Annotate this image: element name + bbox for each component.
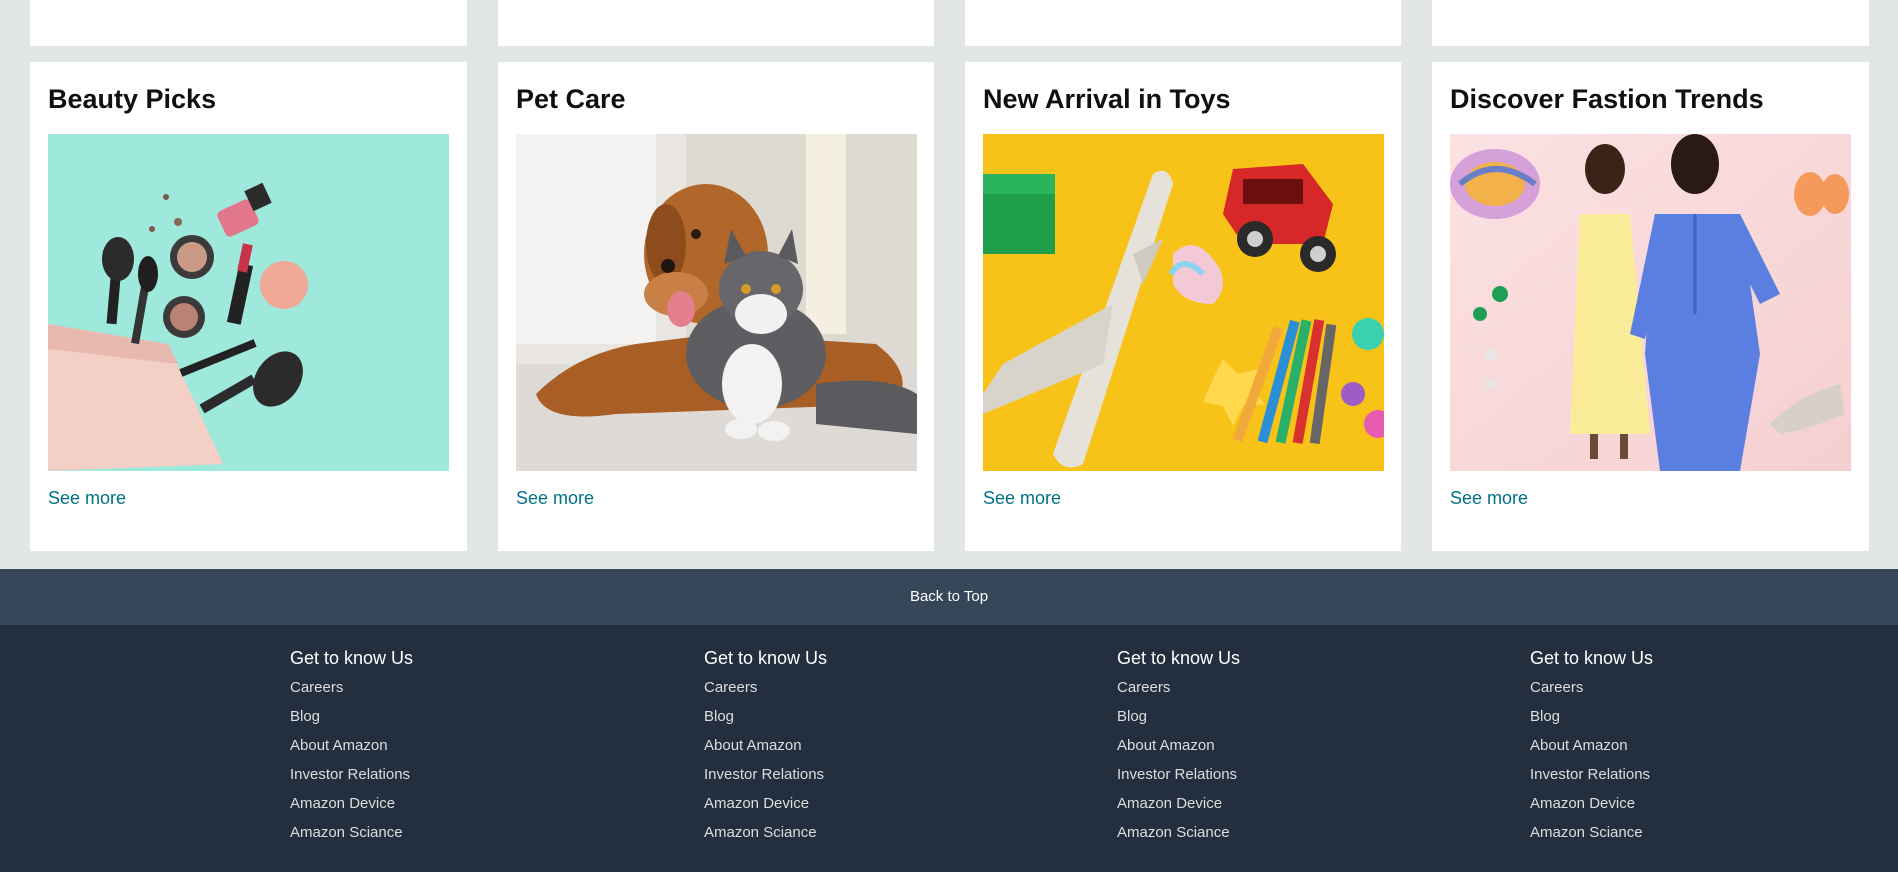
card-title: Discover Fastion Trends bbox=[1450, 84, 1764, 114]
card-grid: Beauty Picks See more Pet Care See more … bbox=[0, 0, 1898, 551]
footer-link-blog[interactable]: Blog bbox=[1530, 708, 1830, 726]
card-title: Beauty Picks bbox=[48, 84, 217, 114]
back-to-top-button[interactable]: Back to Top bbox=[0, 569, 1898, 625]
see-more-link[interactable]: See more bbox=[48, 488, 126, 509]
footer-link-amazon-science[interactable]: Amazon Sciance bbox=[704, 824, 1004, 842]
beauty-products-image[interactable] bbox=[48, 134, 449, 471]
footer-link-careers[interactable]: Careers bbox=[704, 679, 1004, 697]
footer-link-blog[interactable]: Blog bbox=[290, 708, 590, 726]
footer-column-heading: Get to know Us bbox=[1530, 648, 1654, 668]
card-fashion-trends: Discover Fastion Trends See more bbox=[1432, 62, 1869, 551]
card-pet-care: Pet Care See more bbox=[498, 62, 934, 551]
footer: Get to know Us Careers Blog About Amazon… bbox=[0, 625, 1898, 872]
footer-column-heading: Get to know Us bbox=[704, 648, 828, 668]
footer-link-investor-relations[interactable]: Investor Relations bbox=[704, 766, 1004, 784]
see-more-link[interactable]: See more bbox=[983, 488, 1061, 509]
see-more-link[interactable]: See more bbox=[516, 488, 594, 509]
card-new-arrival-toys: New Arrival in Toys See more bbox=[965, 62, 1401, 551]
footer-column: Get to know Us Careers Blog About Amazon… bbox=[1117, 647, 1417, 853]
footer-link-amazon-device[interactable]: Amazon Device bbox=[290, 795, 590, 813]
card-previous-row bbox=[1432, 0, 1869, 46]
footer-column: Get to know Us Careers Blog About Amazon… bbox=[1530, 647, 1830, 853]
card-beauty-picks: Beauty Picks See more bbox=[30, 62, 467, 551]
footer-link-amazon-science[interactable]: Amazon Sciance bbox=[1117, 824, 1417, 842]
footer-link-careers[interactable]: Careers bbox=[290, 679, 590, 697]
footer-link-amazon-science[interactable]: Amazon Sciance bbox=[290, 824, 590, 842]
footer-link-amazon-device[interactable]: Amazon Device bbox=[1117, 795, 1417, 813]
footer-link-careers[interactable]: Careers bbox=[1117, 679, 1417, 697]
dog-and-cat-image[interactable] bbox=[516, 134, 917, 471]
fashion-models-image[interactable] bbox=[1450, 134, 1851, 471]
footer-column-heading: Get to know Us bbox=[1117, 648, 1241, 668]
footer-link-investor-relations[interactable]: Investor Relations bbox=[290, 766, 590, 784]
toys-image[interactable] bbox=[983, 134, 1384, 471]
footer-link-about-amazon[interactable]: About Amazon bbox=[1117, 737, 1417, 755]
footer-link-investor-relations[interactable]: Investor Relations bbox=[1530, 766, 1830, 784]
footer-link-investor-relations[interactable]: Investor Relations bbox=[1117, 766, 1417, 784]
footer-link-blog[interactable]: Blog bbox=[704, 708, 1004, 726]
footer-link-about-amazon[interactable]: About Amazon bbox=[290, 737, 590, 755]
see-more-link[interactable]: See more bbox=[1450, 488, 1528, 509]
footer-link-about-amazon[interactable]: About Amazon bbox=[1530, 737, 1830, 755]
card-title: Pet Care bbox=[516, 84, 626, 114]
footer-column: Get to know Us Careers Blog About Amazon… bbox=[290, 647, 590, 853]
footer-link-blog[interactable]: Blog bbox=[1117, 708, 1417, 726]
footer-link-amazon-device[interactable]: Amazon Device bbox=[704, 795, 1004, 813]
card-previous-row bbox=[30, 0, 467, 46]
footer-link-amazon-science[interactable]: Amazon Sciance bbox=[1530, 824, 1830, 842]
card-title: New Arrival in Toys bbox=[983, 84, 1231, 114]
footer-link-careers[interactable]: Careers bbox=[1530, 679, 1830, 697]
footer-column-heading: Get to know Us bbox=[290, 648, 414, 668]
card-previous-row bbox=[965, 0, 1401, 46]
footer-column: Get to know Us Careers Blog About Amazon… bbox=[704, 647, 1004, 853]
footer-link-amazon-device[interactable]: Amazon Device bbox=[1530, 795, 1830, 813]
footer-link-about-amazon[interactable]: About Amazon bbox=[704, 737, 1004, 755]
card-previous-row bbox=[498, 0, 934, 46]
